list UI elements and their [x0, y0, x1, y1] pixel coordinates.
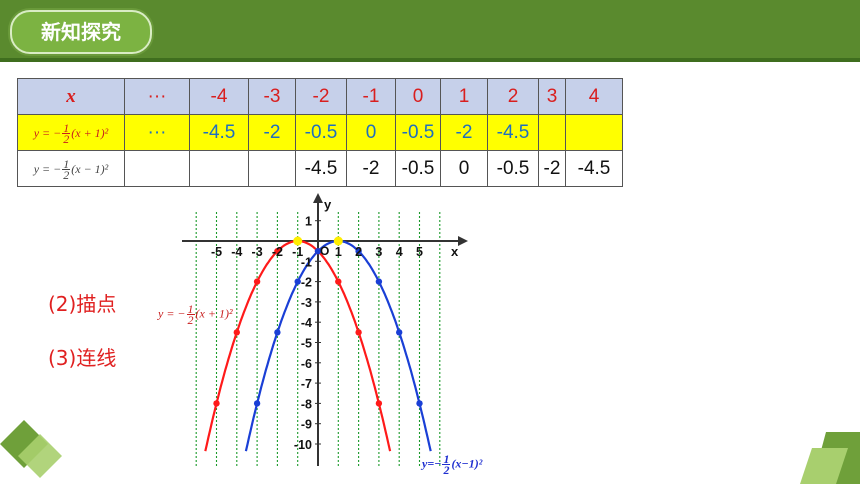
fraction: 12 — [442, 453, 451, 477]
x-tick-label: -2 — [272, 245, 283, 259]
red-data-point — [375, 400, 383, 407]
origin-label: O — [320, 244, 329, 258]
blue-data-point — [274, 329, 281, 336]
fraction-denominator: 2 — [443, 463, 450, 477]
fraction: 12 — [186, 303, 195, 327]
red-data-point — [233, 329, 240, 336]
formula-lhs: y=− — [422, 456, 442, 471]
red-data-point — [253, 278, 261, 285]
y-tick-label: -2 — [301, 276, 312, 290]
x-axis-label: x — [451, 244, 459, 259]
blue-data-point — [253, 400, 261, 407]
y-tick-label: -1 — [301, 255, 312, 269]
fraction-denominator: 2 — [187, 313, 194, 327]
y-tick-label: 1 — [305, 215, 312, 229]
x-tick-label: -3 — [252, 245, 263, 259]
x-tick-label: 1 — [335, 245, 342, 259]
x-tick-label: 3 — [375, 245, 382, 259]
y-tick-label: -6 — [301, 357, 312, 371]
formula-lhs: y = − — [158, 306, 186, 321]
red-data-point — [335, 278, 342, 285]
formula-body: (x−1)² — [451, 456, 483, 471]
x-axis-arrow — [458, 236, 468, 246]
blue-data-point — [396, 329, 403, 336]
red-curve-label: y = −1 2 (x + 1)² — [158, 303, 233, 327]
y-tick-label: -8 — [301, 397, 312, 411]
x-tick-label: -4 — [231, 245, 242, 259]
parabola-graph: xyO-5 -4 -3 -2 -1 1 2 3 4 51-1-2-3-4-5-6-7-8-9-10 — [182, 193, 468, 466]
blue-data-point — [416, 400, 423, 407]
x-tick-label: -5 — [211, 245, 222, 259]
red-data-point — [213, 400, 220, 407]
y-axis-label: y — [324, 197, 332, 212]
y-tick-label: -3 — [301, 296, 312, 310]
x-tick-label: 4 — [396, 245, 403, 259]
y-tick-label: -7 — [301, 377, 312, 391]
y-tick-label: -4 — [301, 316, 312, 330]
formula-body: (x + 1)² — [195, 306, 233, 321]
y-tick-label: -10 — [294, 438, 312, 452]
y-tick-label: -5 — [301, 337, 312, 351]
y-axis-arrow — [313, 193, 323, 203]
x-tick-label: 2 — [355, 245, 362, 259]
blue-data-point — [375, 278, 383, 285]
red-data-point — [355, 329, 362, 336]
y-tick-label: -9 — [301, 418, 312, 432]
blue-curve-label: y=− 1 2 (x−1)² — [422, 453, 483, 477]
x-tick-label: 5 — [416, 245, 423, 259]
